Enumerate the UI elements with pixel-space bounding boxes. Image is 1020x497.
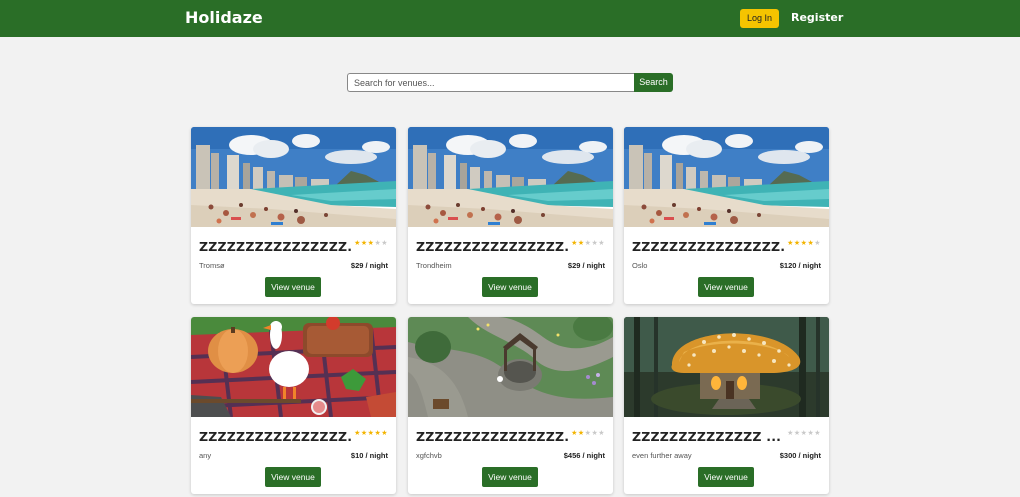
- star-filled-icon: ★: [787, 239, 794, 247]
- view-venue-button[interactable]: View venue: [698, 467, 754, 487]
- venue-card[interactable]: ZZZZZZZZZZZZZZZZ... ★★★★★ xgfchvb $456 /…: [408, 317, 613, 494]
- rating-stars: ★★★★★: [787, 239, 821, 247]
- venue-location: Tromsø: [199, 261, 225, 270]
- venue-image[interactable]: [408, 127, 613, 227]
- venue-price: $29 / night: [567, 261, 605, 270]
- venue-price: $29 / night: [350, 261, 388, 270]
- venue-price: $10 / night: [350, 451, 388, 460]
- star-filled-icon: ★: [577, 429, 585, 437]
- star-filled-icon: ★: [571, 239, 578, 247]
- venue-image[interactable]: [624, 127, 829, 227]
- venue-title: ZZZZZZZZZZZZZZZZ...: [416, 429, 568, 444]
- garden-well-illustration: [408, 317, 613, 417]
- rating-stars: ★★★★★: [787, 429, 821, 437]
- star-empty-icon: ★: [793, 429, 801, 437]
- search-button[interactable]: Search: [634, 73, 673, 92]
- star-empty-icon: ★: [814, 239, 821, 247]
- venue-location: xgfchvb: [416, 451, 442, 460]
- venue-title: ZZZZZZZZZZZZZZZZ...: [416, 239, 568, 254]
- venue-card[interactable]: ZZZZZZZZZZZZZZZZ... ★★★★★ Oslo $120 / ni…: [624, 127, 829, 304]
- view-venue-button[interactable]: View venue: [698, 277, 754, 297]
- star-empty-icon: ★: [598, 239, 605, 247]
- rating-stars: ★★★★★: [571, 429, 605, 437]
- star-empty-icon: ★: [598, 429, 605, 437]
- venue-price: $300 / night: [779, 451, 821, 460]
- venue-location: any: [199, 451, 212, 460]
- venue-title: ZZZZZZZZZZZZZZZZ...: [632, 239, 784, 254]
- search-bar: Search: [347, 73, 673, 92]
- venue-price: $120 / night: [779, 261, 821, 270]
- venue-title: ZZZZZZZZZZZZZZZZ...: [199, 429, 351, 444]
- venue-image[interactable]: [191, 127, 396, 227]
- beach-photo: [408, 127, 613, 227]
- venue-title: ZZZZZZZZZZZZZZZZ...: [199, 239, 351, 254]
- beach-photo: [191, 127, 396, 227]
- goose-picnic-illustration: [191, 317, 396, 417]
- register-link[interactable]: Register: [791, 11, 843, 24]
- star-filled-icon: ★: [577, 239, 585, 247]
- star-filled-icon: ★: [354, 239, 361, 247]
- venue-title: ZZZZZZZZZZZZZZ ...: [632, 429, 782, 444]
- star-empty-icon: ★: [814, 429, 821, 437]
- venue-image[interactable]: [624, 317, 829, 417]
- venue-card[interactable]: ZZZZZZZZZZZZZZZZ... ★★★★★ any $10 / nigh…: [191, 317, 396, 494]
- mushroom-house-illustration: [624, 317, 829, 417]
- venue-card[interactable]: ZZZZZZZZZZZZZZZZ... ★★★★★ Trondheim $29 …: [408, 127, 613, 304]
- star-empty-icon: ★: [787, 429, 794, 437]
- venue-price: $456 / night: [563, 451, 605, 460]
- venue-location: even further away: [632, 451, 692, 460]
- venue-image[interactable]: [408, 317, 613, 417]
- view-venue-button[interactable]: View venue: [265, 467, 321, 487]
- site-logo[interactable]: Holidaze: [185, 8, 263, 27]
- rating-stars: ★★★★★: [354, 239, 388, 247]
- star-filled-icon: ★: [381, 429, 388, 437]
- star-empty-icon: ★: [381, 239, 388, 247]
- login-button[interactable]: Log In: [740, 9, 779, 28]
- venue-location: Oslo: [632, 261, 648, 270]
- top-nav-bar: Holidaze Log In Register: [0, 0, 1020, 37]
- rating-stars: ★★★★★: [571, 239, 605, 247]
- star-filled-icon: ★: [360, 429, 368, 437]
- view-venue-button[interactable]: View venue: [482, 467, 538, 487]
- search-input[interactable]: [347, 73, 634, 92]
- view-venue-button[interactable]: View venue: [482, 277, 538, 297]
- star-filled-icon: ★: [354, 429, 361, 437]
- venue-location: Trondheim: [416, 261, 452, 270]
- venue-card[interactable]: ZZZZZZZZZZZZZZ ... ★★★★★ even further aw…: [624, 317, 829, 494]
- venue-image[interactable]: [191, 317, 396, 417]
- beach-photo: [624, 127, 829, 227]
- star-filled-icon: ★: [360, 239, 368, 247]
- star-filled-icon: ★: [571, 429, 578, 437]
- rating-stars: ★★★★★: [354, 429, 388, 437]
- star-filled-icon: ★: [793, 239, 801, 247]
- venue-card[interactable]: ZZZZZZZZZZZZZZZZ... ★★★★★ Tromsø $29 / n…: [191, 127, 396, 304]
- view-venue-button[interactable]: View venue: [265, 277, 321, 297]
